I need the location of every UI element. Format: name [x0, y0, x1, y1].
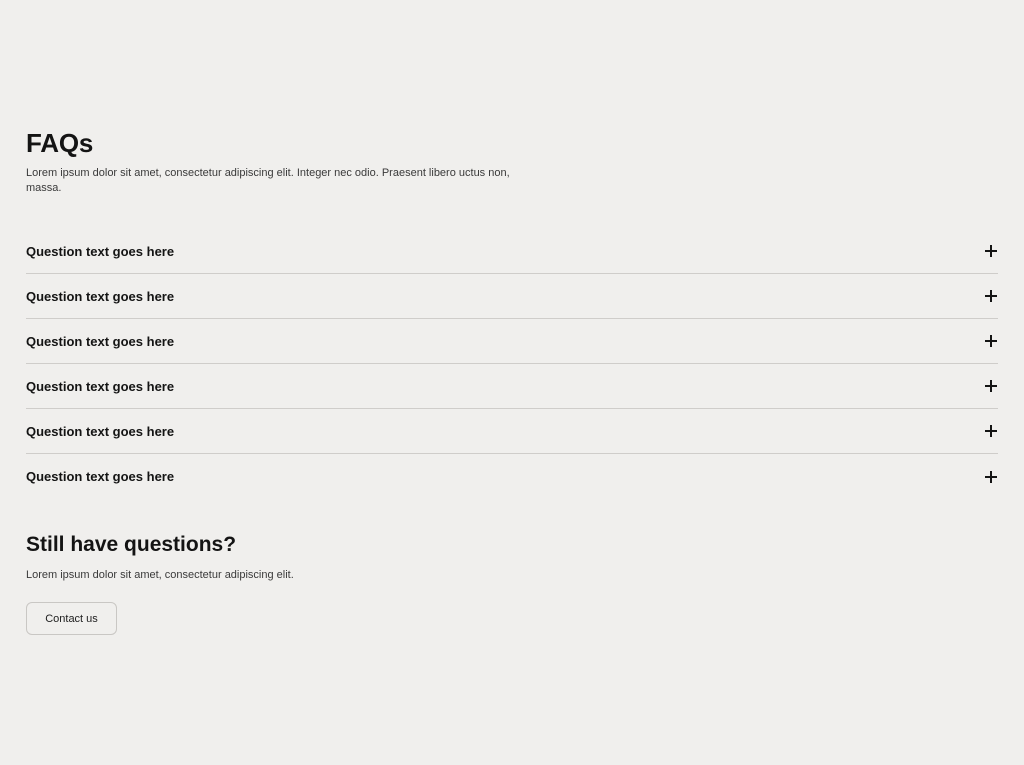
faq-list: Question text goes here Question text go… — [26, 229, 998, 499]
plus-icon[interactable] — [985, 335, 997, 347]
faq-question: Question text goes here — [26, 243, 175, 259]
faq-question: Question text goes here — [26, 378, 175, 394]
faq-title: FAQs — [26, 128, 94, 158]
faq-item[interactable]: Question text goes here — [26, 454, 998, 499]
faq-question: Question text goes here — [26, 423, 175, 439]
plus-icon[interactable] — [985, 380, 997, 392]
plus-icon[interactable] — [985, 290, 997, 302]
faq-question: Question text goes here — [26, 333, 175, 349]
contact-section: Still have questions? Lorem ipsum dolor … — [26, 530, 294, 635]
contact-section-text: Lorem ipsum dolor sit amet, consectetur … — [26, 569, 294, 581]
contact-us-button[interactable]: Contact us — [26, 602, 117, 635]
plus-icon[interactable] — [985, 245, 997, 257]
faq-intro: Lorem ipsum dolor sit amet, consectetur … — [26, 167, 510, 194]
faq-item[interactable]: Question text goes here — [26, 274, 998, 319]
faq-item[interactable]: Question text goes here — [26, 229, 998, 274]
faq-question: Question text goes here — [26, 288, 175, 304]
faq-item[interactable]: Question text goes here — [26, 409, 998, 454]
plus-icon[interactable] — [985, 425, 997, 437]
faq-section: FAQs Lorem ipsum dolor sit amet, consect… — [26, 126, 998, 499]
faq-item[interactable]: Question text goes here — [26, 364, 998, 409]
plus-icon[interactable] — [985, 470, 997, 483]
faq-question: Question text goes here — [26, 469, 175, 484]
contact-section-title: Still have questions? — [26, 533, 237, 556]
faq-item[interactable]: Question text goes here — [26, 319, 998, 364]
